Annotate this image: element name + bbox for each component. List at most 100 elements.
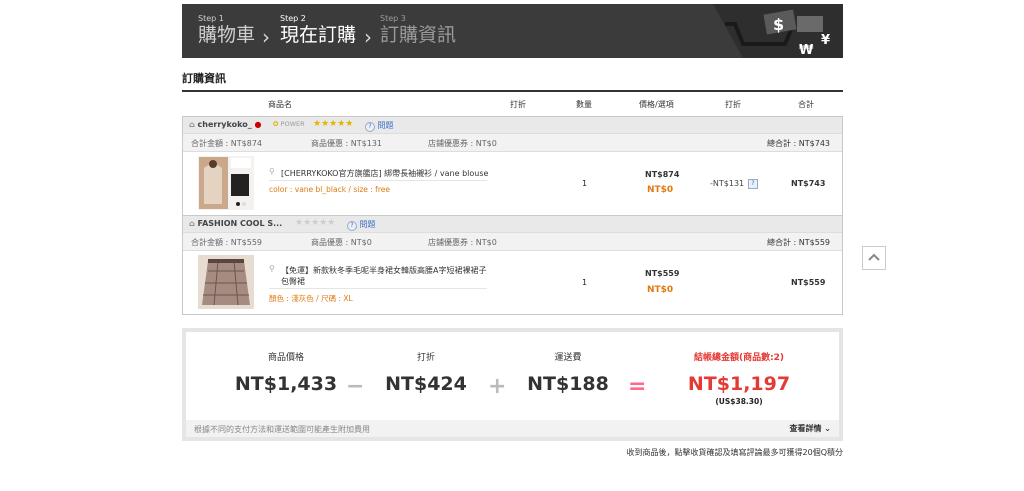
cart-item: ⚲ [CHERRYKOKO官方旗艦店] 綁帶長袖襯衫 / vane blouse… — [183, 152, 842, 215]
cherry-icon: ● — [254, 120, 262, 129]
search-icon[interactable]: ⚲ — [269, 264, 275, 273]
step-order-now: Step 2 現在訂購 — [280, 14, 356, 46]
chevron-right-icon: › — [364, 25, 372, 49]
item-total: NT$743 — [791, 179, 826, 188]
summary-price-value: NT$1,433 — [234, 373, 338, 395]
summary-discount-value: NT$424 — [385, 373, 467, 395]
original-price: NT$559 — [645, 269, 680, 278]
qa-label: 問題 — [377, 121, 394, 130]
summary-discount-label: 打折 — [416, 353, 435, 363]
view-details-label: 查看詳情 — [789, 424, 822, 433]
summary-shipping-value: NT$188 — [527, 373, 609, 395]
original-price: NT$874 — [645, 170, 680, 179]
quantity: 1 — [582, 278, 588, 287]
sum-amount: 合計金額 : NT$559 — [191, 238, 263, 247]
summary-shipping-label: 運送費 — [554, 353, 582, 363]
svg-text:$: $ — [773, 15, 784, 34]
product-name[interactable]: [CHERRYKOKO官方旗艦店] 綁帶長袖襯衫 / vane blouse — [281, 168, 499, 179]
summary-total-value: NT$1,197 — [687, 373, 791, 395]
step-number: Step 2 — [280, 14, 306, 23]
scroll-to-top-button[interactable] — [862, 246, 886, 270]
summary-total: 結帳總金額(商品數:2) NT$1,197 (US$38.30) — [664, 350, 814, 406]
store-summary: 合計金額 : NT$874 商品優惠 : NT$131 店鋪優惠券 : NT$0… — [183, 133, 842, 152]
chevron-up-icon — [868, 253, 880, 261]
col-product-name: 商品名 — [268, 100, 292, 109]
rating-stars-icon: ★★★★★ — [295, 218, 336, 228]
store-block: ⌂ cherrykoko_ ● ✪ POWER ★★★★★ ? 問題 合計金額 … — [182, 116, 843, 216]
store-coupon: 店鋪優惠券 : NT$0 — [428, 139, 497, 148]
option-price: NT$0 — [647, 285, 674, 295]
qa-link[interactable]: ? 問題 — [365, 120, 394, 132]
home-icon: ⌂ — [189, 120, 195, 129]
shopping-cart-currency-icon: $ ¥ ₩ — [713, 4, 843, 58]
item-discount: -NT$131 — [710, 179, 745, 188]
medal-icon: ✪ — [273, 120, 279, 128]
svg-text:¥: ¥ — [821, 33, 830, 48]
quantity: 1 — [582, 179, 588, 188]
summary-price-label: 商品價格 — [267, 353, 304, 363]
store-coupon: 店鋪優惠券 : NT$0 — [428, 238, 497, 247]
power-label: POWER — [280, 120, 305, 128]
step-title: 購物車 — [198, 24, 256, 46]
chevron-down-icon: ⌄ — [824, 424, 831, 433]
minus-icon: − — [346, 374, 365, 399]
sum-amount: 合計金額 : NT$874 — [191, 139, 263, 148]
item-total: NT$559 — [791, 278, 826, 287]
col-quantity: 數量 — [576, 100, 592, 109]
summary-discount: 打折 NT$424 — [376, 350, 476, 395]
summary-usd: (US$38.30) — [715, 397, 763, 406]
order-page: Step 1 購物車 › Step 2 現在訂購 › Step 3 訂購資訊 $… — [182, 4, 843, 457]
grand-total: 總合計 : NT$743 — [766, 139, 830, 148]
qa-link[interactable]: ? 問題 — [347, 219, 376, 231]
store-header: ⌂ FASHION COOL S... ★★★★★ ? 問題 — [183, 216, 842, 232]
store-block: ⌂ FASHION COOL S... ★★★★★ ? 問題 合計金額 : NT… — [182, 216, 843, 315]
surcharge-note: 根據不同的支付方法和運送範圍可能產生附加費用 — [194, 425, 370, 434]
store-name-text: cherrykoko_ — [197, 120, 252, 129]
step-number: Step 3 — [380, 14, 406, 23]
step-number: Step 1 — [198, 14, 224, 23]
summary-footer: 根據不同的支付方法和運送範圍可能產生附加費用 查看詳情 ⌄ — [186, 420, 839, 437]
divider — [269, 288, 487, 289]
product-thumbnail[interactable] — [198, 156, 254, 210]
qa-label: 問題 — [359, 220, 376, 229]
grand-total: 總合計 : NT$559 — [766, 238, 830, 247]
summary-price: 商品價格 NT$1,433 — [226, 350, 346, 395]
summary-shipping: 運送費 NT$188 — [518, 350, 618, 395]
search-icon[interactable]: ⚲ — [269, 167, 275, 176]
col-discount-2: 打折 — [725, 100, 741, 109]
view-details-link[interactable]: 查看詳情 ⌄ — [790, 423, 832, 434]
product-thumbnail[interactable] — [198, 255, 254, 309]
product-option: 顏色 : 淺灰色 / 尺碼 : XL — [269, 294, 353, 303]
question-icon: ? — [347, 221, 357, 231]
store-header: ⌂ cherrykoko_ ● ✪ POWER ★★★★★ ? 問題 — [183, 117, 842, 133]
col-discount: 打折 — [510, 100, 526, 109]
store-summary: 合計金額 : NT$559 商品優惠 : NT$0 店鋪優惠券 : NT$0 總… — [183, 232, 842, 251]
product-option: color : vane bl_black / size : free — [269, 185, 390, 194]
step-title: 現在訂購 — [280, 24, 357, 46]
q-points-note: 收到商品後，點擊收貨確認及填寫評論最多可獲得20個Q積分 — [626, 448, 843, 457]
cart-item: ⚲ 【免運】新款秋冬季毛呢半身裙女韓版高腰A字短裙裸裙子包臀裙 顏色 : 淺灰色… — [183, 251, 842, 314]
store-name-text: FASHION COOL S... — [197, 219, 283, 228]
step-cart: Step 1 購物車 — [198, 14, 255, 46]
question-icon: ? — [365, 122, 375, 132]
svg-text:₩: ₩ — [799, 43, 814, 58]
col-price-option: 價格/選項 — [639, 100, 674, 109]
equals-icon: = — [628, 374, 647, 399]
info-icon[interactable]: ? — [748, 179, 758, 189]
product-discount: 商品優惠 : NT$0 — [311, 238, 372, 247]
product-name[interactable]: 【免運】新款秋冬季毛呢半身裙女韓版高腰A字短裙裸裙子包臀裙 — [281, 265, 487, 287]
store-name[interactable]: ⌂ cherrykoko_ ● — [189, 120, 261, 129]
divider — [269, 180, 487, 181]
checkout-steps: Step 1 購物車 › Step 2 現在訂購 › Step 3 訂購資訊 $… — [182, 4, 843, 58]
step-order-info: Step 3 訂購資訊 — [380, 14, 456, 46]
power-badge: ✪ POWER — [273, 120, 305, 128]
product-discount: 商品優惠 : NT$131 — [311, 139, 383, 148]
step-title: 訂購資訊 — [380, 24, 457, 46]
order-summary: 商品價格 NT$1,433 − 打折 NT$424 + 運送費 NT$188 =… — [182, 328, 843, 441]
option-price: NT$0 — [647, 185, 674, 195]
rating-stars-icon: ★★★★★ — [313, 119, 354, 129]
summary-total-label: 結帳總金額(商品數:2) — [693, 353, 785, 363]
chevron-right-icon: › — [262, 25, 270, 49]
table-header: 商品名 打折 數量 價格/選項 打折 合計 — [182, 92, 843, 114]
store-name[interactable]: ⌂ FASHION COOL S... — [189, 219, 282, 228]
